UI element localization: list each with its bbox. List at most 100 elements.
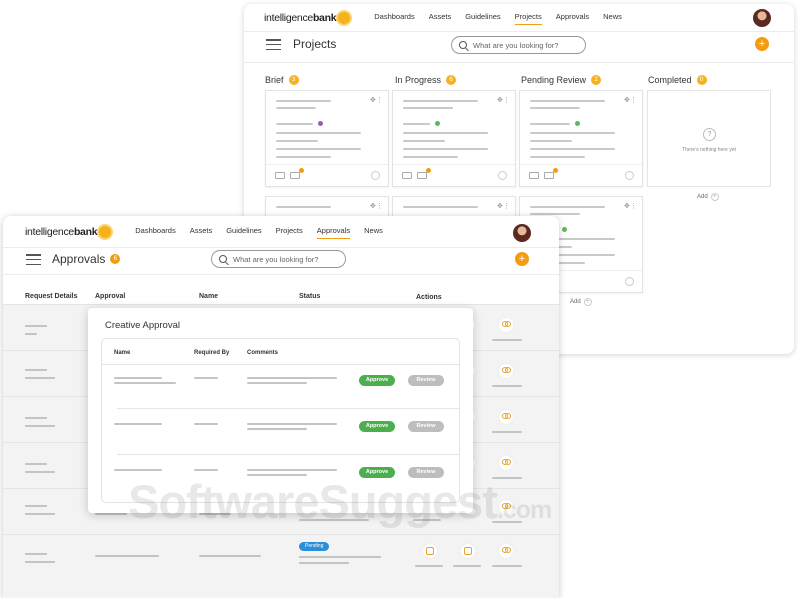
hamburger-menu-icon[interactable] (26, 254, 41, 265)
workflow-icon[interactable] (498, 317, 514, 333)
approvals-top-nav: intelligence bank Dashboards Assets Guide… (3, 216, 559, 248)
divider (3, 247, 559, 248)
add-circle-icon[interactable] (625, 171, 634, 180)
modal-header-required-by: Required By (194, 350, 230, 356)
add-circle-icon[interactable] (625, 277, 634, 286)
modal-header-comments: Comments (247, 350, 279, 356)
add-approval-button[interactable]: + (515, 252, 529, 266)
drag-handle-icon[interactable]: ✥⋮ (497, 202, 510, 210)
status-dot (318, 121, 323, 126)
logo-text: intelligence (264, 12, 313, 24)
status-dot (575, 121, 580, 126)
review-button[interactable]: Review (408, 375, 444, 386)
count-badge: 2 (591, 75, 602, 85)
search-input[interactable]: What are you looking for? (211, 250, 346, 268)
add-link[interactable]: Add + (570, 298, 592, 306)
nav-news[interactable]: News (603, 12, 622, 25)
search-icon (459, 41, 467, 49)
header-name: Name (199, 293, 219, 300)
comment-icon[interactable] (544, 168, 558, 179)
nav-dashboards[interactable]: Dashboards (374, 12, 414, 25)
approve-button[interactable]: Approve (359, 375, 395, 386)
nav-assets[interactable]: Assets (190, 226, 213, 239)
add-circle-icon[interactable] (498, 171, 507, 180)
workflow-icon[interactable] (498, 409, 514, 425)
column-label: Pending Review (521, 75, 587, 85)
divider (244, 31, 794, 32)
user-avatar[interactable] (753, 9, 771, 27)
search-placeholder: What are you looking for? (233, 254, 319, 264)
comment-icon[interactable] (417, 168, 431, 179)
project-card[interactable]: ✥⋮ (265, 90, 389, 187)
folder-icon[interactable] (529, 172, 539, 179)
nav-approvals[interactable]: Approvals (556, 12, 589, 25)
logo-text-bold: bank (312, 12, 337, 24)
nav-approvals[interactable]: Approvals (316, 226, 351, 239)
nav-news[interactable]: News (364, 226, 383, 239)
add-label: Add (697, 194, 708, 200)
folder-icon[interactable] (402, 172, 412, 179)
divider (244, 62, 794, 63)
table-row[interactable]: Pending (3, 534, 559, 598)
empty-column-card: ? There's nothing here yet (647, 90, 771, 187)
count-badge: 6 (446, 75, 457, 85)
sun-logo-icon (338, 12, 351, 24)
hamburger-menu-icon[interactable] (266, 39, 281, 50)
document-icon[interactable] (422, 543, 438, 559)
header-status: Status (299, 293, 321, 300)
question-icon: ? (703, 128, 716, 141)
count-badge: 0 (696, 75, 707, 85)
nav-projects[interactable]: Projects (276, 226, 303, 239)
page-title: Projects (293, 37, 337, 51)
empty-message: There's nothing here yet (682, 147, 736, 153)
workflow-icon[interactable] (498, 543, 514, 559)
nav-projects[interactable]: Projects (514, 12, 542, 25)
nav-assets[interactable]: Assets (429, 12, 452, 25)
screenshot-stage: intelligence bank Dashboards Assets Guide… (0, 0, 798, 598)
drag-handle-icon[interactable]: ✥⋮ (624, 202, 637, 210)
add-circle-icon[interactable] (371, 171, 380, 180)
add-circle-icon: + (583, 298, 592, 306)
user-avatar[interactable] (513, 224, 531, 242)
pending-status-badge: Pending (299, 542, 330, 551)
project-card[interactable]: ✥⋮ (519, 90, 643, 187)
drag-handle-icon[interactable]: ✥⋮ (370, 202, 383, 210)
column-title-brief: Brief 3 (265, 75, 299, 85)
divider (3, 274, 559, 275)
project-card[interactable]: ✥⋮ (392, 90, 516, 187)
folder-icon[interactable] (275, 172, 285, 179)
projects-nav-links: Dashboards Assets Guidelines Projects Ap… (374, 12, 622, 25)
add-label: Add (570, 299, 581, 305)
nav-guidelines[interactable]: Guidelines (465, 12, 500, 25)
header-actions: Actions (416, 294, 442, 301)
drag-handle-icon[interactable]: ✥⋮ (497, 96, 510, 104)
approve-button[interactable]: Approve (359, 421, 395, 432)
search-input[interactable]: What are you looking for? (451, 36, 586, 54)
watermark-suffix: .com (496, 496, 552, 524)
modal-header-name: Name (114, 350, 131, 356)
review-button[interactable]: Review (408, 421, 444, 432)
drag-handle-icon[interactable]: ✥⋮ (370, 96, 383, 104)
comment-icon[interactable] (290, 168, 304, 179)
nav-guidelines[interactable]: Guidelines (226, 226, 261, 239)
drag-handle-icon[interactable]: ✥⋮ (624, 96, 637, 104)
page-title-text: Approvals (52, 252, 106, 266)
workflow-icon[interactable] (498, 455, 514, 471)
intelligencebank-logo[interactable]: intelligence bank (264, 12, 351, 24)
column-label: Completed (648, 75, 692, 85)
modal-title: Creative Approval (105, 320, 180, 331)
status-dot (562, 227, 567, 232)
page-title: Approvals 6 (52, 252, 121, 266)
approvals-count-badge: 6 (110, 254, 121, 264)
watermark: SoftwareSuggest.com (128, 474, 552, 529)
workflow-icon[interactable] (498, 363, 514, 379)
nav-dashboards[interactable]: Dashboards (135, 226, 175, 239)
intelligencebank-logo[interactable]: intelligence bank (25, 226, 112, 238)
status-dot (435, 121, 440, 126)
add-link[interactable]: Add + (697, 193, 719, 201)
search-icon (219, 255, 227, 263)
count-badge: 3 (288, 75, 299, 85)
column-title-pending-review: Pending Review 2 (521, 75, 602, 85)
review-icon[interactable] (460, 543, 476, 559)
add-project-button[interactable]: + (755, 37, 769, 51)
